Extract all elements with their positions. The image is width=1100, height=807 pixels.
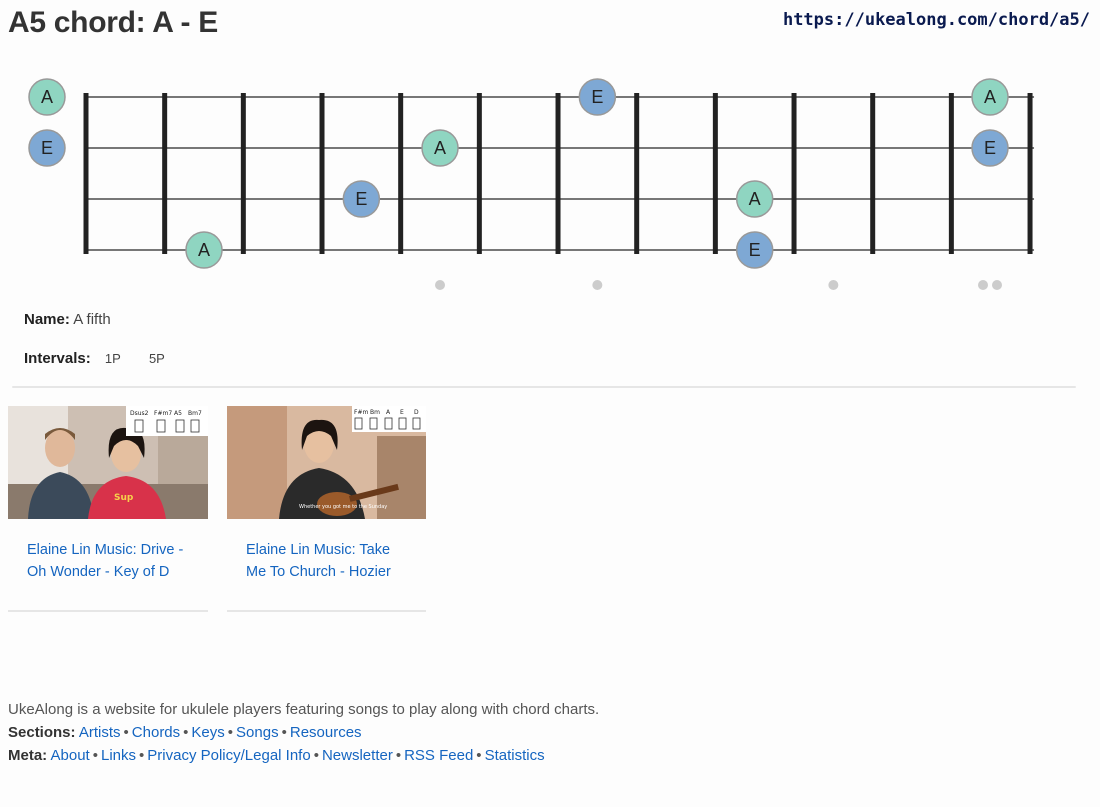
footer-link-resources[interactable]: Resources [290, 724, 362, 741]
chord-strip-label: Bm [370, 409, 380, 416]
footer-link-privacy[interactable]: Privacy Policy/Legal Info [147, 747, 310, 764]
sections-label: Sections: [8, 724, 76, 741]
footer-description: UkeAlong is a website for ukulele player… [8, 701, 600, 718]
note-label: A [984, 87, 996, 107]
footer-link-about[interactable]: About [51, 747, 90, 764]
footer-link-rss[interactable]: RSS Feed [404, 747, 473, 764]
fret-marker-dot [978, 280, 988, 290]
chord-strip-label: Bm7 [188, 410, 202, 417]
chord-intervals-row: Intervals: 1P 5P [24, 350, 179, 367]
video-link[interactable]: Elaine Lin Music: Drive - Oh Wonder - Ke… [27, 539, 192, 583]
site-footer: UkeAlong is a website for ukulele player… [8, 698, 599, 767]
video-link[interactable]: Elaine Lin Music: Take Me To Church - Ho… [246, 539, 411, 583]
intervals-label: Intervals: [24, 350, 91, 367]
chord-strip-label: E [400, 409, 404, 416]
fret-marker-dot [592, 280, 603, 290]
section-divider [12, 386, 1076, 388]
chord-name-value: A fifth [73, 311, 111, 328]
svg-text:Sup: Sup [114, 493, 134, 503]
note-label: E [591, 87, 603, 107]
footer-meta: Meta: About • Links • Privacy Policy/Legal I… [8, 747, 545, 764]
interval-item: 5P [148, 351, 165, 366]
page-url: https://ukealong.com/chord/a5/ [782, 10, 1090, 30]
note-label: E [749, 240, 761, 260]
fretboard-diagram: A E E A A E E A A E [28, 78, 1035, 290]
chord-name-label: Name: [24, 311, 70, 328]
footer-link-keys[interactable]: Keys [191, 724, 224, 741]
meta-label: Meta: [8, 747, 48, 764]
footer-link-links[interactable]: Links [101, 747, 136, 764]
note-label: E [41, 138, 53, 158]
footer-link-newsletter[interactable]: Newsletter [322, 747, 393, 764]
note-label: A [198, 240, 210, 260]
chord-strip-label: Dsus2 [130, 410, 149, 417]
video-card: Sup Dsus2 F#m7 A5 Bm7 Elaine Lin Music: … [8, 406, 208, 612]
video-thumbnail[interactable]: Whether you got me to the Sunday F#m Bm … [227, 406, 426, 519]
note-label: E [984, 138, 996, 158]
footer-link-songs[interactable]: Songs [236, 724, 279, 741]
chord-strip-label: F#m7 [154, 410, 172, 417]
chord-strip-label: D [414, 409, 419, 416]
note-label: A [749, 189, 761, 209]
svg-text:Whether you got me to the Sund: Whether you got me to the Sunday [299, 504, 387, 510]
page-title: A5 chord: A - E [8, 6, 218, 39]
note-label: A [41, 87, 53, 107]
chord-strip-label: F#m [354, 409, 368, 416]
note-label: E [355, 189, 367, 209]
footer-link-statistics[interactable]: Statistics [485, 747, 545, 764]
fret-marker-dot [828, 280, 839, 290]
fret-marker-dot [992, 280, 1002, 290]
video-thumbnail[interactable]: Sup Dsus2 F#m7 A5 Bm7 [8, 406, 208, 519]
chord-name-row: Name: A fifth [24, 311, 111, 328]
footer-sections: Sections: Artists • Chords • Keys • Songs • Reso… [8, 724, 362, 741]
video-card: Whether you got me to the Sunday F#m Bm … [227, 406, 426, 612]
fret-marker-dot [435, 280, 446, 290]
footer-link-artists[interactable]: Artists [79, 724, 121, 741]
interval-item: 1P [104, 351, 121, 366]
chord-strip-label: A5 [174, 410, 182, 417]
note-label: A [434, 138, 446, 158]
footer-link-chords[interactable]: Chords [132, 724, 180, 741]
